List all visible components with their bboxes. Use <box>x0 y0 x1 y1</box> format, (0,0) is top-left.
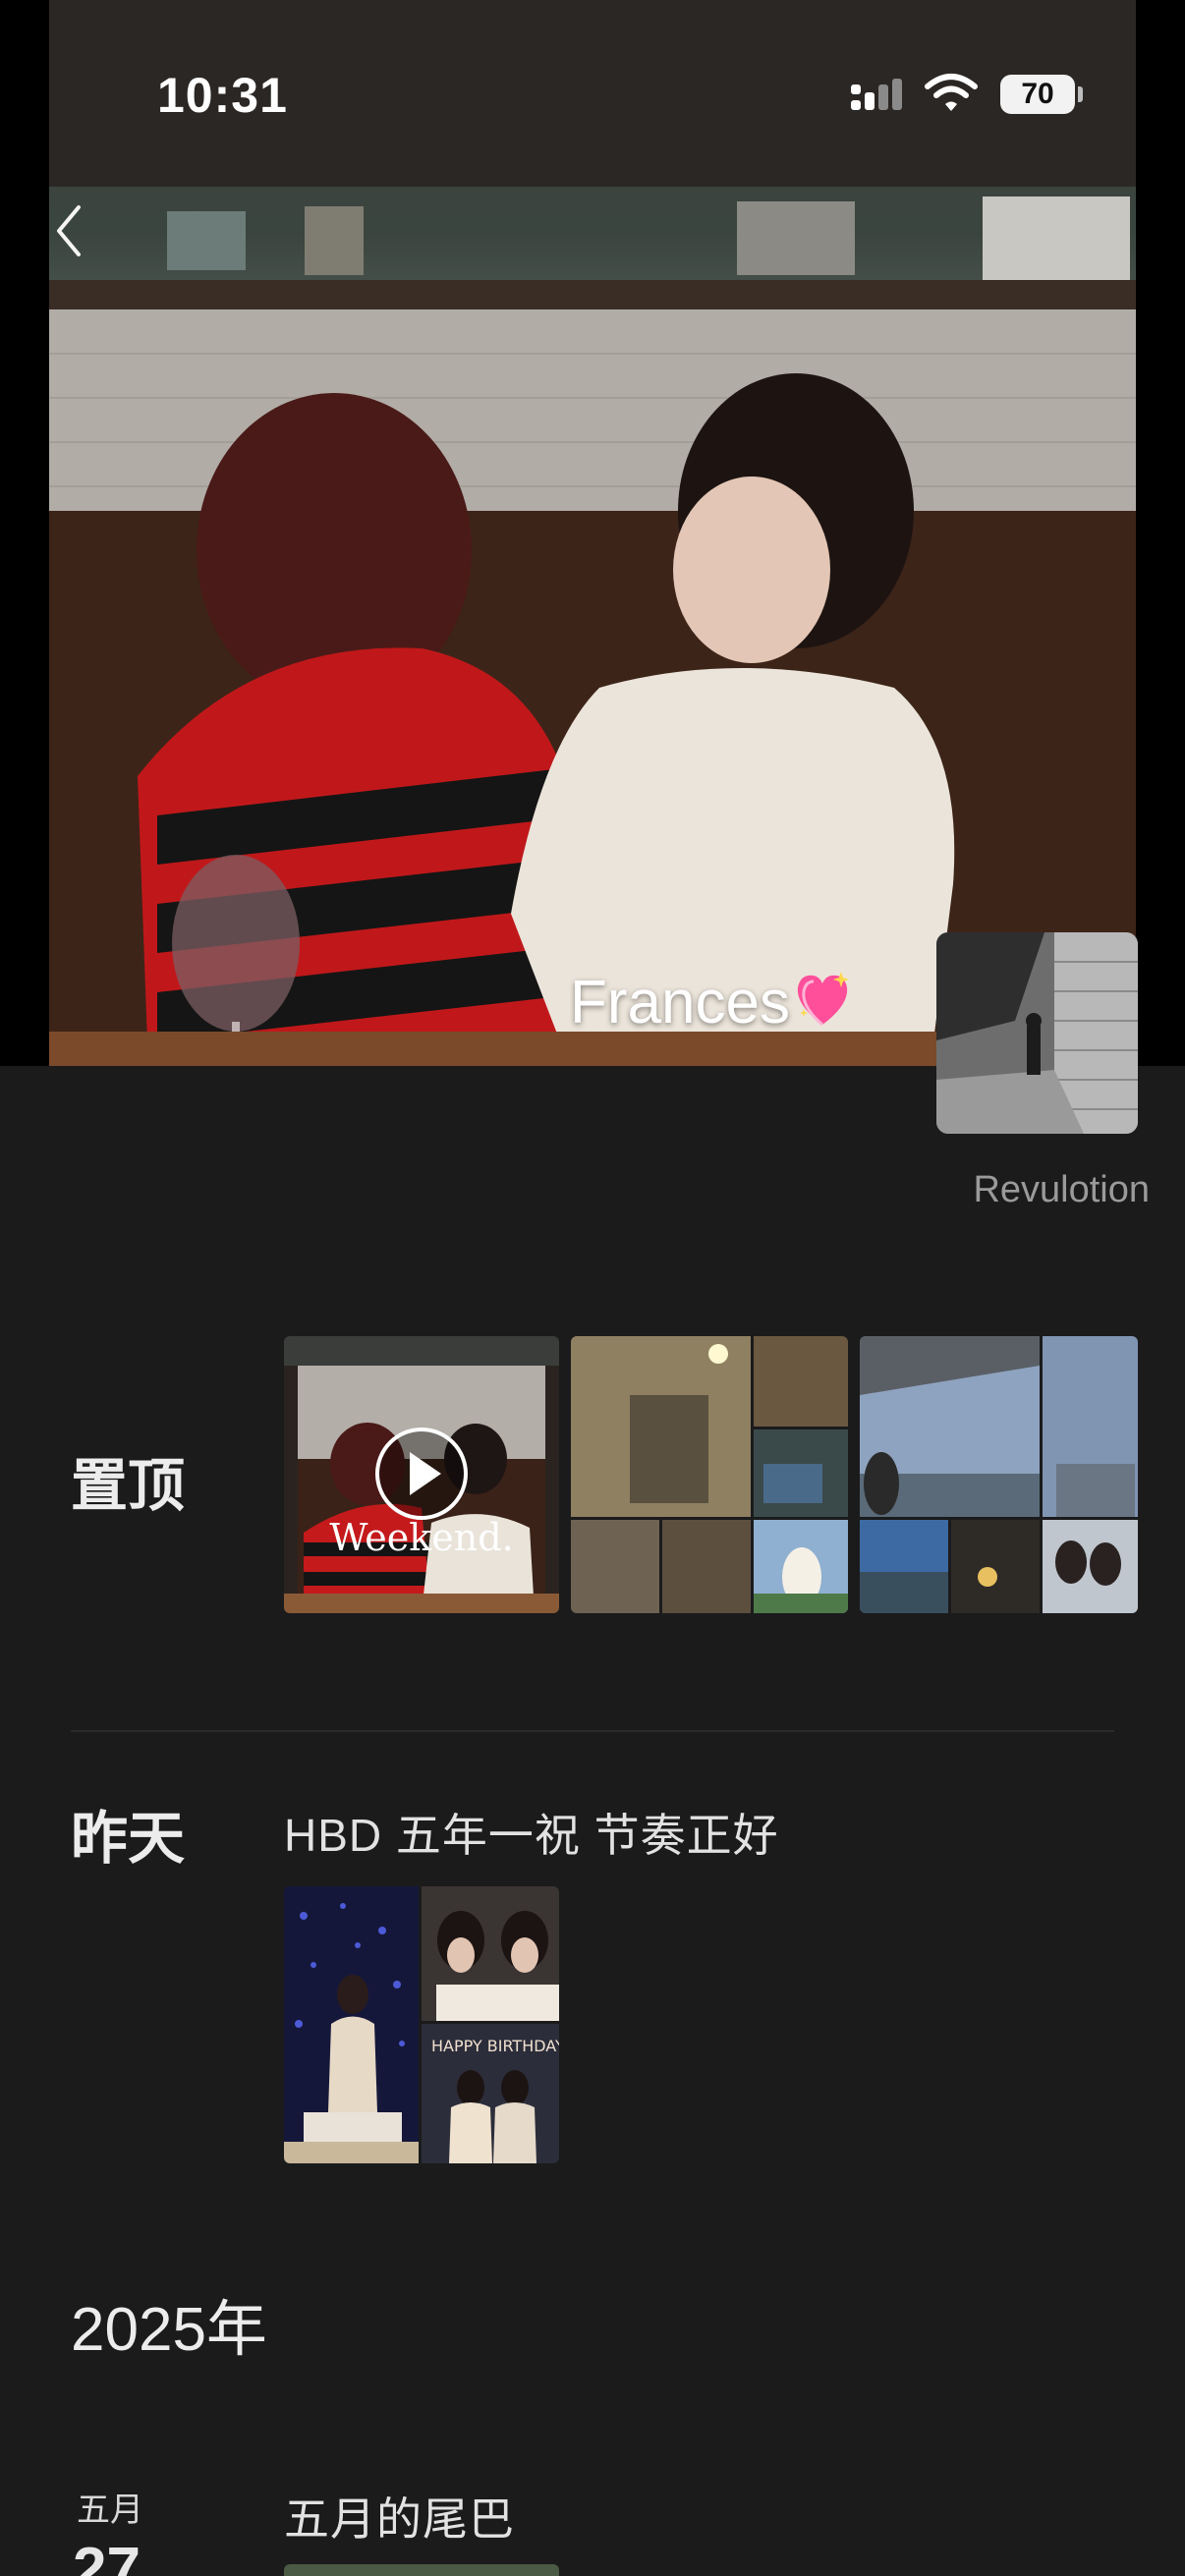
back-button[interactable] <box>39 196 98 265</box>
cover-photo[interactable] <box>49 0 1136 1066</box>
thumb-caption-weekend: Weekend. <box>329 1516 513 1559</box>
album-title: Frances <box>570 968 853 1043</box>
app-root: 10:31 70 Frances Revulotion 置顶 Weekend. … <box>0 0 1185 2576</box>
entry-title-yesterday[interactable]: HBD 五年一祝 节奏正好 <box>284 1800 779 1865</box>
may-entry-thumb[interactable] <box>284 2564 559 2576</box>
entry-month: 五月 <box>77 2492 143 2529</box>
profile-name: Revulotion <box>973 1169 1150 1210</box>
section-label-pinned: 置顶 <box>71 1454 186 1518</box>
chevron-left-icon <box>57 205 81 256</box>
year-heading: 2025年 <box>71 2296 267 2364</box>
battery-cap <box>1078 86 1083 102</box>
signal-icon <box>847 79 906 123</box>
divider <box>71 1730 1114 1732</box>
avatar[interactable] <box>936 932 1138 1134</box>
entry-day: 27 <box>73 2536 141 2576</box>
wifi-icon <box>924 73 979 119</box>
entry-title-may[interactable]: 五月的尾巴 <box>284 2484 515 2548</box>
pinned-thumb-collage-1[interactable] <box>571 1336 848 1613</box>
album-title-text: Frances <box>570 969 790 1036</box>
pinned-thumb-collage-2[interactable] <box>860 1336 1138 1613</box>
status-bar: 10:31 70 <box>0 0 1185 147</box>
thumb-caption-birthday: HAPPY BIRTHDAY <box>431 2037 559 2055</box>
section-label-yesterday: 昨天 <box>71 1807 186 1871</box>
yesterday-thumb-collage[interactable]: HAPPY BIRTHDAY <box>284 1886 559 2163</box>
sparkling-heart-icon <box>792 970 853 1043</box>
battery-icon: 70 <box>1000 75 1075 114</box>
pinned-thumb-video[interactable]: Weekend. <box>284 1336 559 1613</box>
album-cover: 10:31 70 Frances <box>0 0 1185 1134</box>
status-time: 10:31 <box>157 68 288 123</box>
